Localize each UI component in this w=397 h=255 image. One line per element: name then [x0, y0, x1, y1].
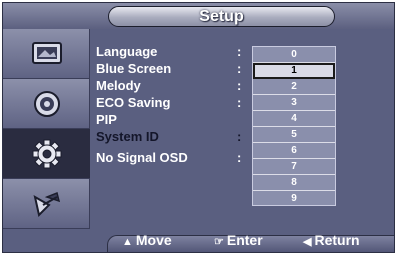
menu-item-eco-saving[interactable]: ECO Saving — [96, 95, 170, 110]
separator-language: : — [237, 44, 242, 59]
category-sidebar — [3, 29, 90, 240]
page-title: Setup — [108, 6, 335, 27]
sound-icon — [34, 91, 60, 117]
hint-enter-label: Enter — [226, 232, 263, 248]
tab-setup[interactable] — [3, 129, 90, 179]
satellite-icon — [33, 191, 61, 217]
gear-icon — [32, 139, 62, 169]
osd-window: Setup Language Blue Screen Melody ECO Sa… — [2, 2, 395, 253]
dropdown-option-8[interactable]: 8 — [253, 175, 335, 191]
hint-bar: ▲︎ Move ☞ Enter ◀ Return — [107, 232, 394, 252]
dropdown-option-2[interactable]: 2 — [253, 79, 335, 95]
dropdown-option-9[interactable]: 9 — [253, 191, 335, 207]
tab-picture[interactable] — [3, 29, 90, 79]
enter-hand-icon: ☞ — [214, 236, 224, 248]
separator-melody: : — [237, 78, 242, 93]
header-bar: Setup — [3, 3, 394, 29]
hint-return-label: Return — [314, 232, 360, 248]
system-id-dropdown[interactable]: 0 1 2 3 4 5 6 7 8 9 — [252, 46, 336, 206]
setup-menu: Language Blue Screen Melody ECO Saving P… — [90, 29, 394, 240]
dropdown-option-6[interactable]: 6 — [253, 143, 335, 159]
separator-eco-saving: : — [237, 95, 242, 110]
hint-move-label: Move — [135, 232, 172, 248]
hint-enter: ☞ Enter — [214, 232, 263, 249]
dropdown-option-3[interactable]: 3 — [253, 95, 335, 111]
footer: ▲︎ Move ☞ Enter ◀ Return — [3, 232, 394, 252]
up-down-arrow-icon: ▲︎ — [122, 236, 133, 248]
tab-sound[interactable] — [3, 79, 90, 129]
tab-input[interactable] — [3, 179, 90, 229]
dropdown-option-5[interactable]: 5 — [253, 127, 335, 143]
separator-blue-screen: : — [237, 61, 242, 76]
dropdown-option-4[interactable]: 4 — [253, 111, 335, 127]
menu-item-no-signal-osd[interactable]: No Signal OSD — [96, 150, 188, 165]
left-arrow-icon: ◀ — [303, 236, 312, 248]
hint-return: ◀ Return — [303, 232, 360, 249]
separator-no-signal-osd: : — [237, 150, 242, 165]
menu-item-blue-screen[interactable]: Blue Screen — [96, 61, 171, 76]
dropdown-option-0[interactable]: 0 — [253, 47, 335, 63]
dropdown-option-1[interactable]: 1 — [253, 63, 335, 79]
menu-item-melody[interactable]: Melody — [96, 78, 141, 93]
menu-item-system-id[interactable]: System ID — [96, 129, 159, 144]
menu-item-language[interactable]: Language — [96, 44, 157, 59]
hint-move: ▲︎ Move — [122, 232, 172, 249]
picture-icon — [32, 42, 62, 64]
dropdown-option-7[interactable]: 7 — [253, 159, 335, 175]
separator-system-id: : — [237, 129, 242, 144]
menu-item-pip[interactable]: PIP — [96, 112, 117, 127]
